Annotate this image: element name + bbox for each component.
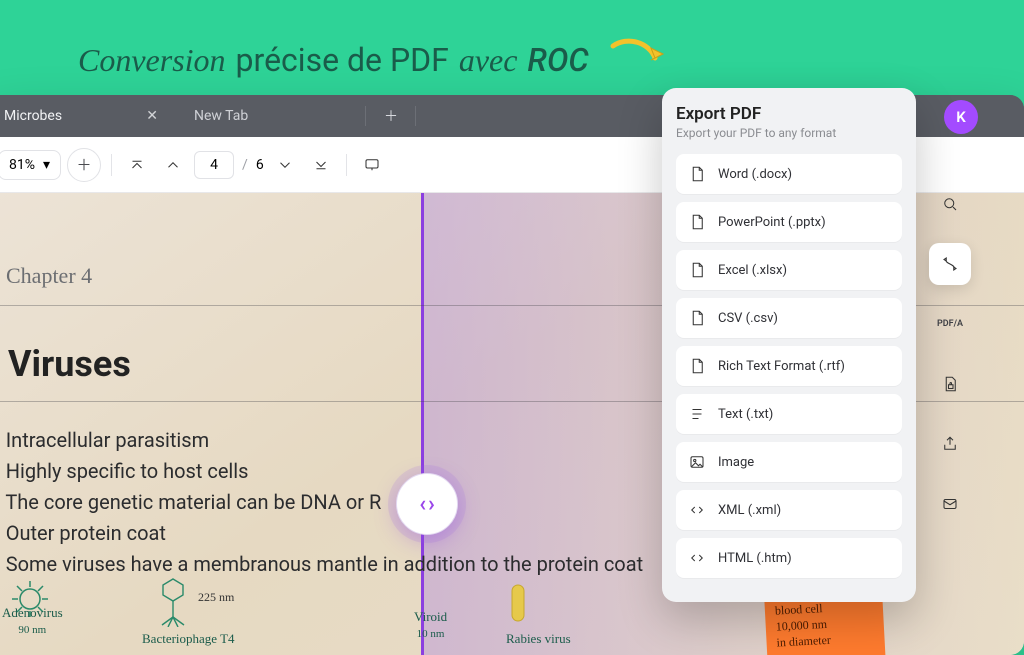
page-total: 6	[256, 157, 264, 173]
screen-icon	[363, 156, 381, 174]
chevron-down-icon: ▾	[43, 157, 50, 173]
hero-caption: Conversion précise de PDF avec ROC	[78, 38, 665, 82]
avatar[interactable]: K	[944, 100, 978, 134]
page-heading: Viruses	[8, 343, 131, 385]
mail-button[interactable]	[929, 483, 971, 525]
prev-page-button[interactable]	[158, 150, 188, 180]
close-icon[interactable]: ✕	[146, 108, 158, 124]
current-page-input[interactable]: 4	[194, 151, 234, 179]
slash: /	[242, 157, 248, 173]
diagram-size-bacteriophage: 225 nm	[198, 590, 234, 605]
bullet-list: Intracellular parasitism Highly specific…	[0, 425, 643, 580]
presentation-button[interactable]	[357, 150, 387, 180]
search-icon	[941, 195, 959, 213]
code-icon	[688, 501, 706, 519]
export-title: Export PDF	[676, 104, 902, 124]
share-icon	[941, 435, 959, 453]
hero-word-1: Conversion	[78, 42, 226, 79]
list-item: The core genetic material can be DNA or …	[0, 487, 643, 518]
protect-button[interactable]	[929, 363, 971, 405]
image-icon	[688, 453, 706, 471]
convert-button[interactable]	[929, 243, 971, 285]
export-format-xml[interactable]: XML (.xml)	[676, 490, 902, 530]
export-format-txt[interactable]: Text (.txt)	[676, 394, 902, 434]
zoom-in-button[interactable]: ＋	[67, 148, 101, 182]
bacteriophage-icon	[156, 577, 190, 627]
file-icon	[688, 261, 706, 279]
file-icon	[688, 357, 706, 375]
export-format-csv[interactable]: CSV (.csv)	[676, 298, 902, 338]
separator	[111, 154, 112, 176]
chevron-up-icon	[164, 156, 182, 174]
hero-word-2: précise de PDF	[236, 41, 449, 79]
double-up-bar-icon	[128, 156, 146, 174]
compare-slider-handle[interactable]: ‹ ›	[396, 473, 458, 535]
diagram-label-rabies: Rabies virus	[506, 631, 571, 647]
code-icon	[688, 549, 706, 567]
export-panel: Export PDF Export your PDF to any format…	[662, 88, 916, 602]
export-subtitle: Export your PDF to any format	[676, 126, 902, 140]
chevron-left-icon: ‹	[419, 492, 426, 517]
diagram-label-adenovirus: Adenovirus90 nm	[2, 605, 63, 637]
tab-active[interactable]: Microbes ✕	[0, 95, 176, 137]
tab-label: Microbes	[4, 108, 62, 124]
plus-icon: ＋	[384, 106, 398, 126]
export-format-word[interactable]: Word (.docx)	[676, 154, 902, 194]
next-page-button[interactable]	[270, 150, 300, 180]
pdfa-icon: PDF/A	[937, 320, 963, 329]
list-item: Intracellular parasitism	[0, 425, 643, 456]
file-icon	[688, 309, 706, 327]
list-item: Highly specific to host cells	[0, 456, 643, 487]
export-format-excel[interactable]: Excel (.xlsx)	[676, 250, 902, 290]
first-page-button[interactable]	[122, 150, 152, 180]
zoom-value: 81%	[9, 157, 35, 173]
tab-new[interactable]: New Tab	[176, 95, 366, 137]
export-format-html[interactable]: HTML (.htm)	[676, 538, 902, 578]
zoom-control[interactable]: 81% ▾	[0, 150, 61, 180]
export-format-powerpoint[interactable]: PowerPoint (.pptx)	[676, 202, 902, 242]
export-format-image[interactable]: Image	[676, 442, 902, 482]
chevron-down-icon	[276, 156, 294, 174]
tab-label: New Tab	[194, 108, 248, 124]
hero-word-3: avec	[459, 42, 518, 79]
mail-icon	[941, 495, 959, 513]
convert-icon	[941, 255, 959, 273]
plus-icon: ＋	[77, 154, 92, 175]
search-button[interactable]	[929, 183, 971, 225]
share-button[interactable]	[929, 423, 971, 465]
file-icon	[688, 213, 706, 231]
rabies-icon	[506, 581, 530, 629]
file-icon	[688, 165, 706, 183]
right-tool-rail: PDF/A	[922, 137, 978, 525]
chevron-right-icon: ›	[428, 492, 435, 517]
lock-file-icon	[941, 375, 959, 393]
diagram-label-viroid: Viroid10 nm	[414, 609, 447, 641]
text-icon	[688, 405, 706, 423]
page-indicator: 4 / 6	[194, 151, 264, 179]
list-item: Outer protein coat	[0, 518, 643, 549]
pdfa-button[interactable]: PDF/A	[929, 303, 971, 345]
double-down-bar-icon	[312, 156, 330, 174]
new-tab-button[interactable]: ＋	[366, 95, 416, 137]
last-page-button[interactable]	[306, 150, 336, 180]
diagram-label-bacteriophage: Bacteriophage T4	[142, 631, 235, 647]
hero-word-4: ROC	[527, 41, 588, 79]
curvy-arrow-icon	[609, 38, 665, 82]
export-format-rtf[interactable]: Rich Text Format (.rtf)	[676, 346, 902, 386]
chapter-label: Chapter 4	[6, 263, 92, 289]
separator	[346, 154, 347, 176]
